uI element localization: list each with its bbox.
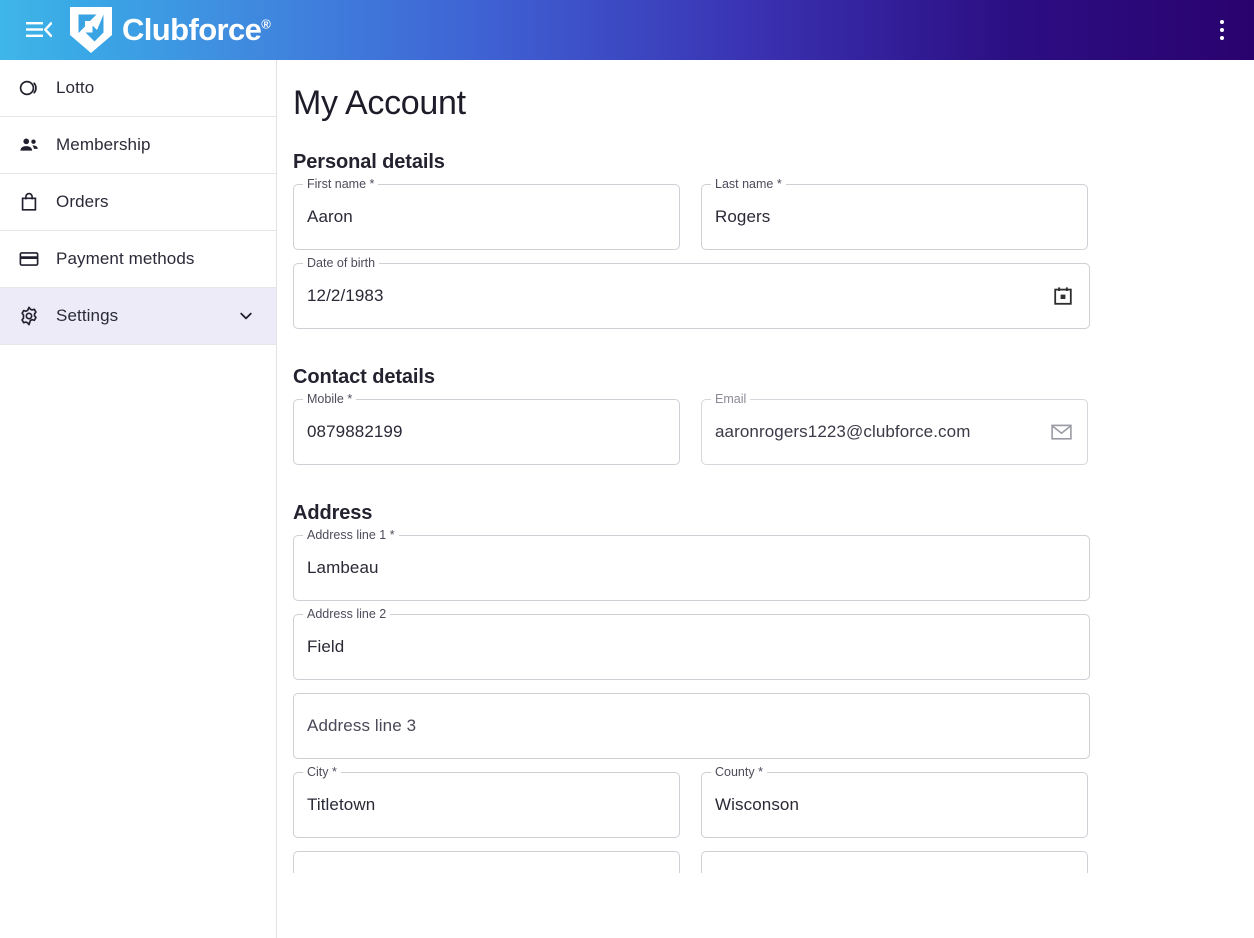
mobile-value: 0879882199 (307, 422, 403, 442)
county-input[interactable]: County * Wisconson (701, 772, 1088, 838)
members-icon (16, 132, 42, 158)
sidebar-item-lotto[interactable]: Lotto (0, 60, 276, 117)
sidebar-item-orders[interactable]: Orders (0, 174, 276, 231)
date-of-birth-label: Date of birth (303, 257, 379, 270)
address-line-1-value: Lambeau (307, 558, 379, 578)
sidebar-item-label: Membership (56, 135, 151, 155)
bag-icon (16, 189, 42, 215)
form-row-address-line-3: Address line 3 (293, 693, 1254, 772)
county-label: County * (711, 766, 767, 779)
form-row-address-line-1: Address line 1 * Lambeau (293, 535, 1254, 614)
sidebar-item-label: Orders (56, 192, 109, 212)
county-field[interactable]: County * Wisconson (701, 772, 1088, 838)
kebab-dot (1220, 28, 1224, 32)
city-input[interactable]: City * Titletown (293, 772, 680, 838)
envelope-icon (1049, 420, 1073, 444)
date-of-birth-input[interactable]: Date of birth 12/2/1983 (293, 263, 1090, 329)
section-title-contact-details: Contact details (293, 366, 1254, 389)
form-row-contact: Mobile * 0879882199 Email aaronrogers122… (293, 399, 1254, 478)
email-field: Email aaronrogers1223@clubforce.com (701, 399, 1088, 465)
form-row-name: First name * Aaron Last name * Rogers (293, 184, 1254, 263)
address-line-2-value: Field (307, 637, 344, 657)
address-line-3-input[interactable]: Address line 3 (293, 693, 1090, 759)
first-name-input[interactable]: First name * Aaron (293, 184, 680, 250)
registered-mark: ® (261, 17, 271, 32)
chevron-down-icon[interactable] (238, 308, 254, 324)
menu-collapse-icon[interactable] (26, 19, 52, 41)
date-of-birth-field[interactable]: Date of birth 12/2/1983 (293, 263, 1090, 329)
mobile-field[interactable]: Mobile * 0879882199 (293, 399, 680, 465)
last-name-label: Last name * (711, 178, 786, 191)
last-name-value: Rogers (715, 207, 770, 227)
sidebar-item-payment-methods[interactable]: Payment methods (0, 231, 276, 288)
brand-text: Clubforce (122, 12, 261, 47)
address-line-2-field[interactable]: Address line 2 Field (293, 614, 1090, 680)
sidebar-item-label: Lotto (56, 78, 94, 98)
credit-card-icon (16, 246, 42, 272)
date-of-birth-value: 12/2/1983 (307, 286, 384, 306)
city-value: Titletown (307, 795, 375, 815)
next-field-right[interactable] (701, 851, 1088, 873)
first-name-value: Aaron (307, 207, 353, 227)
address-line-1-field[interactable]: Address line 1 * Lambeau (293, 535, 1090, 601)
lotto-icon (16, 75, 42, 101)
form-row-city-county: City * Titletown County * Wisconson (293, 772, 1254, 851)
sidebar-item-membership[interactable]: Membership (0, 117, 276, 174)
first-name-field[interactable]: First name * Aaron (293, 184, 680, 250)
county-value: Wisconson (715, 795, 799, 815)
address-line-1-input[interactable]: Address line 1 * Lambeau (293, 535, 1090, 601)
address-line-3-field[interactable]: Address line 3 (293, 693, 1090, 759)
kebab-menu-icon[interactable] (1210, 17, 1234, 43)
section-title-personal-details: Personal details (293, 151, 1254, 174)
form-row-address-line-2: Address line 2 Field (293, 614, 1254, 693)
email-input: Email aaronrogers1223@clubforce.com (701, 399, 1088, 465)
last-name-input[interactable]: Last name * Rogers (701, 184, 1088, 250)
brand-name: Clubforce® (122, 12, 271, 48)
sidebar-item-settings[interactable]: Settings (0, 288, 276, 345)
kebab-dot (1220, 36, 1224, 40)
city-field[interactable]: City * Titletown (293, 772, 680, 838)
main-content: My Account Personal details First name *… (278, 60, 1254, 938)
sidebar-item-label: Payment methods (56, 249, 195, 269)
email-label: Email (711, 393, 750, 406)
address-line-1-label: Address line 1 * (303, 529, 399, 542)
mobile-label: Mobile * (303, 393, 356, 406)
app-header: Clubforce® (0, 0, 1254, 60)
app-logo[interactable]: Clubforce® (68, 5, 271, 55)
page-title: My Account (293, 84, 1254, 123)
section-title-address: Address (293, 502, 1254, 525)
gear-icon (16, 303, 42, 329)
mobile-input[interactable]: Mobile * 0879882199 (293, 399, 680, 465)
calendar-icon[interactable] (1051, 284, 1075, 308)
address-line-2-input[interactable]: Address line 2 Field (293, 614, 1090, 680)
address-line-2-label: Address line 2 (303, 608, 390, 621)
address-line-3-placeholder: Address line 3 (307, 716, 416, 736)
form-row-dob: Date of birth 12/2/1983 (293, 263, 1254, 342)
last-name-field[interactable]: Last name * Rogers (701, 184, 1088, 250)
email-value: aaronrogers1223@clubforce.com (715, 422, 970, 442)
first-name-label: First name * (303, 178, 378, 191)
clubforce-shield-icon (68, 5, 114, 55)
next-field-left[interactable] (293, 851, 680, 873)
kebab-dot (1220, 20, 1224, 24)
form-row-partially-visible (293, 851, 1254, 873)
city-label: City * (303, 766, 341, 779)
sidebar-item-label: Settings (56, 306, 118, 326)
sidebar: Lotto Membership Orders (0, 60, 277, 938)
